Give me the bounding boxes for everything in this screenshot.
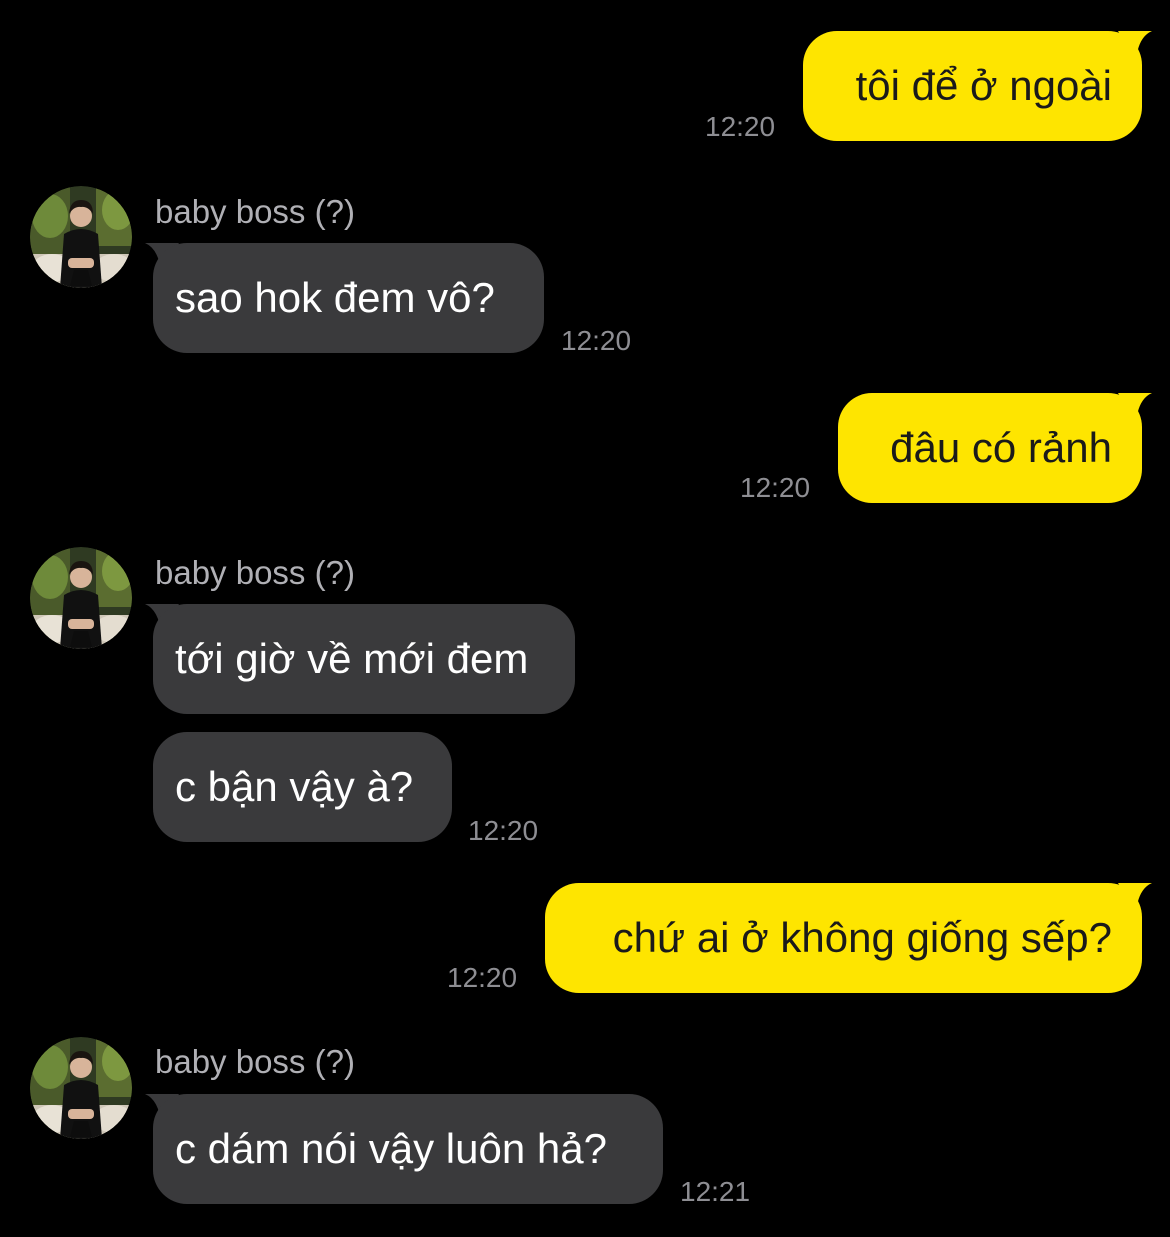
sender-name: baby boss (?) (155, 1043, 355, 1080)
incoming-message-bubble[interactable]: c bận vậy à? (153, 732, 452, 842)
bubble-tail (1118, 883, 1152, 913)
contact-avatar[interactable] (30, 1037, 132, 1139)
bubble-tail (1118, 393, 1152, 423)
bubble-tail (1118, 31, 1152, 61)
message-text: đâu có rảnh (890, 424, 1112, 471)
message-text: tôi để ở ngoài (855, 62, 1112, 109)
message-timestamp: 12:21 (680, 1176, 751, 1207)
message-timestamp: 12:20 (447, 962, 518, 993)
contact-avatar[interactable] (30, 547, 132, 649)
sender-name: baby boss (?) (155, 193, 355, 230)
avatar-photo (30, 186, 132, 288)
message-text: tới giờ về mới đem (175, 635, 529, 682)
incoming-message-bubble[interactable]: c dám nói vậy luôn hả? (153, 1094, 663, 1204)
message-timestamp: 12:20 (468, 815, 539, 846)
avatar-photo (30, 1037, 132, 1139)
message-text: c bận vậy à? (175, 763, 414, 810)
message-text: chứ ai ở không giống sếp? (612, 914, 1112, 961)
message-timestamp: 12:20 (740, 472, 811, 503)
outgoing-message-bubble[interactable]: tôi để ở ngoài (803, 31, 1142, 141)
incoming-message-bubble[interactable]: tới giờ về mới đem (153, 604, 575, 714)
message-timestamp: 12:20 (705, 111, 776, 142)
message-text: c dám nói vậy luôn hả? (175, 1125, 607, 1172)
message-timestamp: 12:20 (561, 325, 632, 356)
contact-avatar[interactable] (30, 186, 132, 288)
avatar-photo (30, 547, 132, 649)
incoming-message-bubble[interactable]: sao hok đem vô? (153, 243, 544, 353)
outgoing-message-bubble[interactable]: đâu có rảnh (838, 393, 1142, 503)
outgoing-message-bubble[interactable]: chứ ai ở không giống sếp? (545, 883, 1142, 993)
message-text: sao hok đem vô? (175, 274, 495, 321)
sender-name: baby boss (?) (155, 554, 355, 591)
